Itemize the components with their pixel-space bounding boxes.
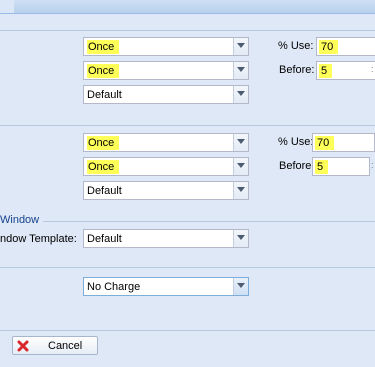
chevron-down-icon: [237, 91, 245, 96]
before-input[interactable]: 5: [312, 157, 370, 176]
template-select[interactable]: Default: [83, 85, 249, 104]
input-value: 70: [315, 136, 335, 150]
frequency-select-2[interactable]: Once: [83, 61, 249, 80]
window-fieldset-border: [40, 221, 375, 222]
frequency-select-1[interactable]: Once: [83, 37, 249, 56]
spinner-icon[interactable]: :: [371, 64, 375, 81]
select-value: Once: [87, 40, 120, 54]
chevron-down-icon: [237, 43, 245, 48]
dropdown-trigger[interactable]: [233, 278, 248, 295]
input-value: 5: [315, 160, 329, 174]
chevron-down-icon: [237, 163, 245, 168]
select-value: Default: [87, 89, 122, 101]
window-title-bar: [0, 0, 375, 14]
title-bar-icon-area: [0, 0, 14, 13]
dropdown-trigger[interactable]: [233, 62, 248, 79]
dialog-footer: Cancel: [0, 330, 375, 367]
section-divider: [0, 267, 375, 268]
select-value: Once: [87, 136, 120, 150]
frequency-select-2[interactable]: Once: [83, 157, 249, 176]
dropdown-trigger[interactable]: [233, 38, 248, 55]
section-divider: [0, 125, 375, 126]
window-template-label: ndow Template:: [0, 233, 77, 245]
input-value: 5: [319, 64, 333, 78]
chevron-down-icon: [237, 235, 245, 240]
window-template-select[interactable]: Default: [83, 229, 249, 248]
percent-use-input[interactable]: 70: [312, 133, 375, 152]
select-value: No Charge: [87, 281, 141, 293]
select-value: Once: [87, 160, 120, 174]
before-label: Before:: [279, 160, 315, 172]
dropdown-trigger[interactable]: [233, 158, 248, 175]
section-divider: [0, 30, 375, 31]
percent-use-label: % Use:: [278, 136, 314, 148]
cancel-button-label: Cancel: [48, 340, 83, 352]
frequency-select-1[interactable]: Once: [83, 133, 249, 152]
template-select[interactable]: Default: [83, 181, 249, 200]
percent-use-input[interactable]: 70: [316, 37, 375, 56]
cancel-button[interactable]: Cancel: [12, 336, 98, 355]
before-input[interactable]: 5: [316, 61, 375, 80]
percent-use-label: % Use:: [278, 40, 314, 52]
charge-select[interactable]: No Charge: [83, 277, 249, 296]
window-fieldset-legend: Window: [0, 214, 44, 226]
dropdown-trigger[interactable]: [233, 230, 248, 247]
chevron-down-icon: [237, 139, 245, 144]
chevron-down-icon: [237, 187, 245, 192]
select-value: Once: [87, 64, 120, 78]
select-value: Default: [87, 185, 122, 197]
dropdown-trigger[interactable]: [233, 86, 248, 103]
spinner-icon[interactable]: :: [371, 160, 375, 177]
select-value: Default: [87, 233, 122, 245]
before-label: Before:: [279, 64, 315, 76]
input-value: 70: [319, 40, 339, 54]
chevron-down-icon: [237, 283, 245, 288]
cross-icon: [17, 340, 29, 352]
dropdown-trigger[interactable]: [233, 134, 248, 151]
dropdown-trigger[interactable]: [233, 182, 248, 199]
chevron-down-icon: [237, 67, 245, 72]
